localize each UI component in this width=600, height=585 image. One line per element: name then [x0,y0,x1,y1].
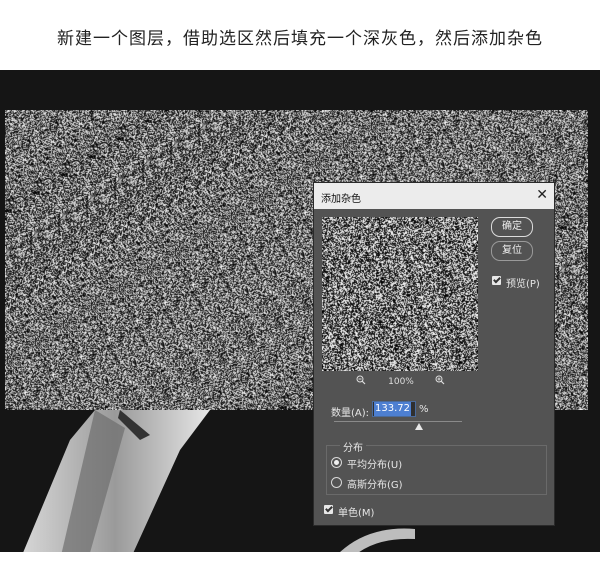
amount-value: 133.72 [374,402,411,416]
dialog-titlebar: 添加杂色 ✕ [314,183,554,209]
radio-gaussian[interactable] [331,477,342,488]
radio-uniform[interactable] [331,457,342,468]
monochrome-label: 单色(M) [338,508,375,519]
monochrome-checkbox[interactable] [324,505,333,514]
amount-slider-track[interactable] [334,421,462,422]
reset-button[interactable]: 复位 [491,241,533,261]
distribution-title: 分布 [340,439,366,454]
preview-image[interactable] [322,217,478,371]
amount-label: 数量(A): [331,408,370,419]
amount-input[interactable]: 133.72 [372,401,416,417]
close-icon[interactable]: ✕ [536,187,548,203]
zoom-out-icon[interactable] [356,375,366,385]
ring-image-edge [340,528,415,552]
radio-uniform-label: 平均分布(U) [347,460,403,471]
preview-checkbox[interactable] [492,276,501,285]
ring-image [23,410,210,552]
zoom-in-icon[interactable] [435,375,445,385]
amount-unit: % [419,404,429,415]
dialog-title: 添加杂色 [321,194,361,205]
preview-label: 预览(P) [506,279,540,290]
tutorial-caption: 新建一个图层，借助选区然后填充一个深灰色，然后添加杂色 [57,29,543,49]
amount-slider-thumb[interactable] [415,423,423,430]
ok-button[interactable]: 确定 [491,217,533,237]
add-noise-dialog: 添加杂色 ✕ 确定 复位 预览(P) 100% 数量(A): 133.72 % … [314,183,554,525]
radio-gaussian-label: 高斯分布(G) [347,480,403,491]
zoom-level: 100% [388,377,414,387]
